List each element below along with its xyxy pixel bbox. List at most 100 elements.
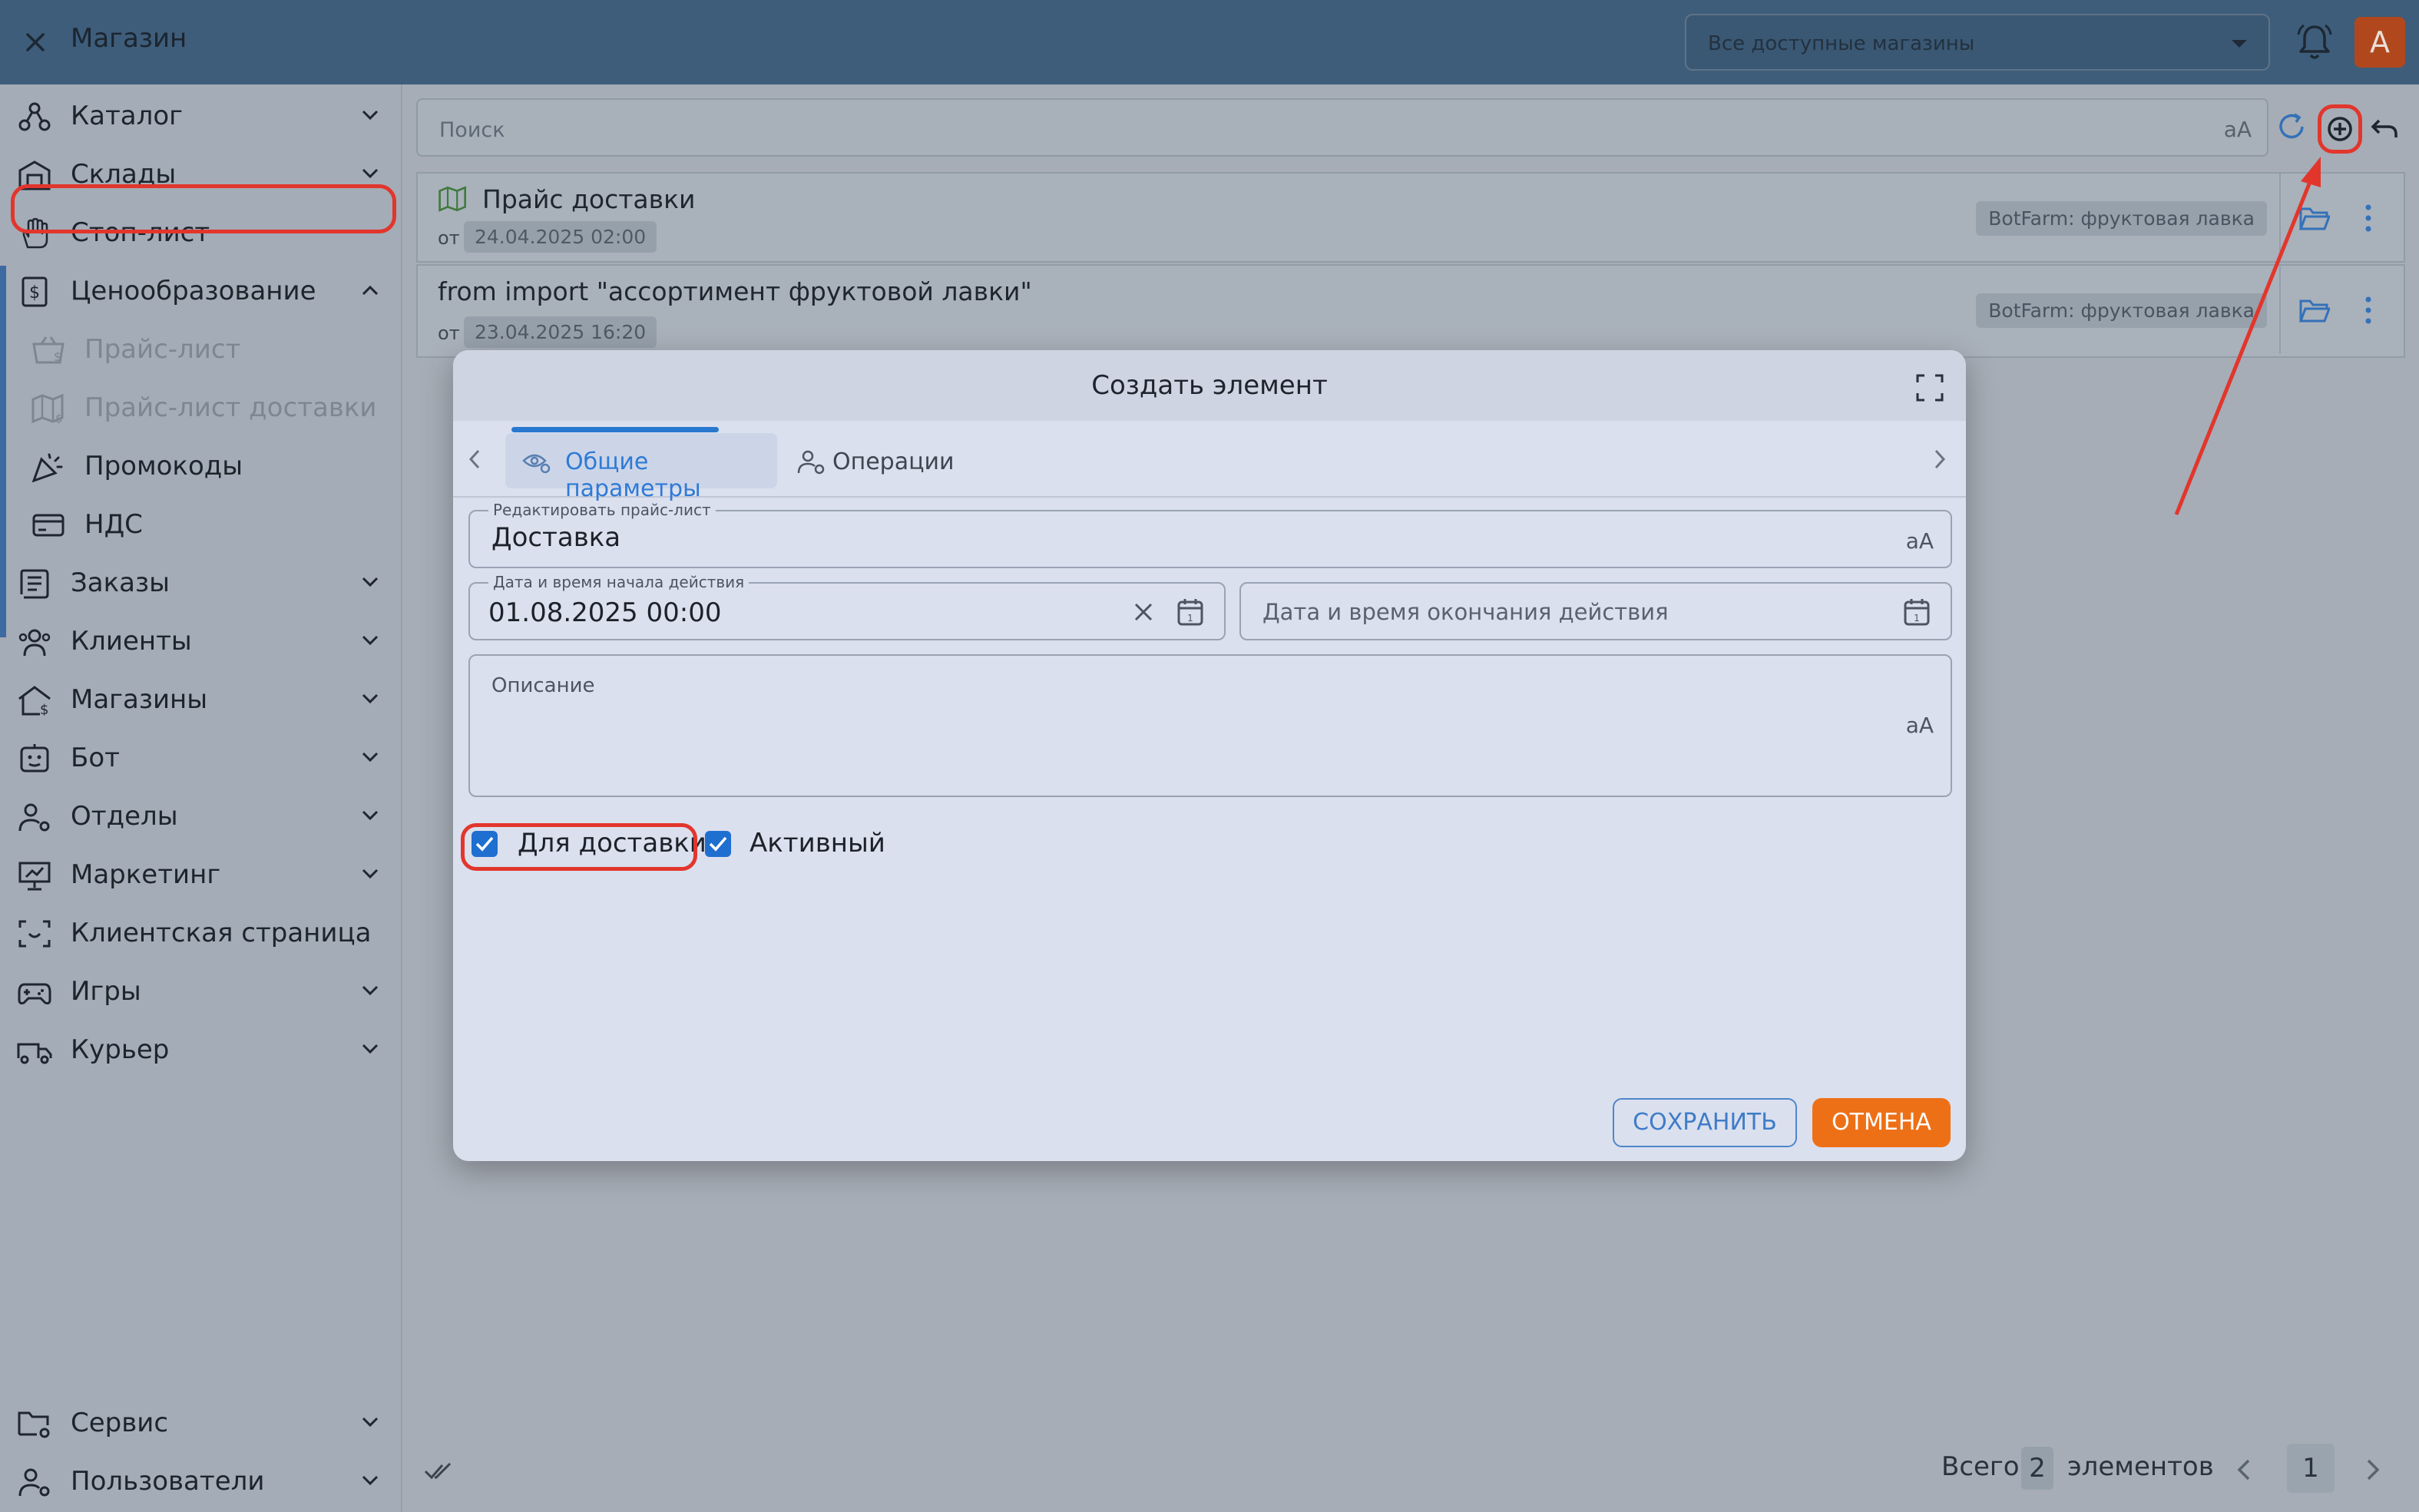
sidebar-item-delivery-price-list[interactable]: $ Прайс-лист доставки xyxy=(0,379,402,435)
sidebar-item-pricing[interactable]: $ Ценообразование xyxy=(0,263,402,318)
chevron-right-icon[interactable] xyxy=(1934,448,1946,470)
search-placeholder: Поиск xyxy=(439,118,505,142)
page-icon xyxy=(18,920,51,948)
checkmark-icon xyxy=(709,836,727,852)
undo-icon[interactable] xyxy=(2367,111,2402,147)
store-select-value: Все доступные магазины xyxy=(1708,32,1975,55)
sidebar-item-games[interactable]: Игры xyxy=(0,963,402,1018)
dialog-title: Создать элемент xyxy=(1091,370,1328,401)
sidebar-item-label: Сервис xyxy=(71,1408,169,1438)
create-element-dialog: Создать элемент Общие параметры Операции… xyxy=(453,350,1966,1161)
row-divider xyxy=(2279,266,2281,353)
price-tag-icon: $ xyxy=(22,276,48,307)
sidebar-item-price-list[interactable]: $ Прайс-лист xyxy=(0,321,402,376)
end-datetime-field[interactable]: Дата и время окончания действия 1 xyxy=(1239,582,1952,640)
sidebar-item-label: НДС xyxy=(84,509,143,540)
active-checkbox[interactable] xyxy=(705,831,731,857)
sidebar-item-users[interactable]: Пользователи xyxy=(0,1453,402,1508)
svg-text:$: $ xyxy=(54,349,61,364)
sidebar-item-label: Прайс-лист xyxy=(84,334,241,365)
folder-icon[interactable] xyxy=(2299,206,2330,232)
sidebar-item-orders[interactable]: Заказы xyxy=(0,554,402,610)
calendar-icon[interactable]: 1 xyxy=(1903,597,1931,627)
svg-text:$: $ xyxy=(55,412,63,424)
tab-operations[interactable]: Операции xyxy=(789,433,981,488)
clear-icon[interactable] xyxy=(1133,602,1153,622)
map-price-icon xyxy=(438,186,466,212)
list-item-from-label: от xyxy=(438,323,460,344)
more-vertical-icon[interactable] xyxy=(2364,295,2373,326)
price-list-name-field[interactable]: Редактировать прайс-лист Доставка aA xyxy=(468,501,1952,568)
sidebar-item-label: Пользователи xyxy=(71,1466,265,1497)
search-input[interactable]: Поиск aA xyxy=(416,98,2268,157)
list-item-date: 24.04.2025 02:00 xyxy=(464,221,657,253)
elements-label: элементов xyxy=(2067,1451,2214,1482)
gamepad-icon xyxy=(18,983,51,1004)
user-settings-icon xyxy=(797,450,825,475)
sidebar-item-marketing[interactable]: Маркетинг xyxy=(0,846,402,902)
fullscreen-icon[interactable] xyxy=(1915,373,1944,402)
sidebar-item-label: Каталог xyxy=(71,101,184,131)
double-check-icon[interactable] xyxy=(424,1461,453,1482)
start-datetime-field[interactable]: Дата и время начала действия 01.08.2025 … xyxy=(468,573,1226,640)
service-folder-icon xyxy=(18,1411,50,1438)
party-icon xyxy=(31,453,63,482)
sidebar-item-label: Маркетинг xyxy=(71,859,221,890)
folder-icon[interactable] xyxy=(2299,298,2330,324)
field-value: Доставка xyxy=(491,522,621,553)
active-checkbox-label[interactable]: Активный xyxy=(750,828,885,859)
field-label: Дата и время начала действия xyxy=(488,573,750,591)
list-item-store-badge: BotFarm: фруктовая лавка xyxy=(1976,201,2267,236)
save-button[interactable]: СОХРАНИТЬ xyxy=(1613,1098,1797,1147)
sidebar-item-clients[interactable]: Клиенты xyxy=(0,613,402,668)
sidebar-item-client-page[interactable]: Клиентская страница xyxy=(0,905,402,960)
tab-general[interactable]: Общие параметры xyxy=(505,427,777,502)
catalog-icon xyxy=(18,102,51,131)
chevron-down-icon xyxy=(362,868,379,879)
chevron-left-icon[interactable] xyxy=(2235,1457,2253,1482)
close-icon[interactable] xyxy=(20,27,51,58)
case-toggle-icon[interactable]: aA xyxy=(2224,117,2252,142)
sidebar-item-vat[interactable]: НДС xyxy=(0,496,402,551)
sidebar-item-shops[interactable]: $ Магазины xyxy=(0,671,402,726)
list-item-store-badge: BotFarm: фруктовая лавка xyxy=(1976,293,2267,328)
clients-icon xyxy=(18,629,51,657)
chevron-down-icon xyxy=(362,693,379,704)
more-vertical-icon[interactable] xyxy=(2364,203,2373,233)
sidebar-item-label: Игры xyxy=(71,976,141,1007)
field-value: 01.08.2025 00:00 xyxy=(488,597,722,628)
description-field[interactable]: Описание aA xyxy=(468,654,1952,797)
card-icon xyxy=(32,514,65,537)
calendar-icon[interactable]: 1 xyxy=(1176,597,1204,627)
sidebar-item-label: Ценообразование xyxy=(71,276,316,306)
chevron-right-icon[interactable] xyxy=(2364,1457,2382,1482)
sidebar-item-promo-codes[interactable]: Промокоды xyxy=(0,438,402,493)
chevron-down-icon xyxy=(362,168,379,179)
basket-price-icon: $ xyxy=(32,336,65,364)
chevron-down-icon xyxy=(362,1475,379,1486)
row-divider xyxy=(2279,174,2281,261)
sidebar-item-catalog[interactable]: Каталог xyxy=(0,88,402,143)
total-label: Всего xyxy=(1941,1451,2020,1482)
tab-label: Общие параметры xyxy=(565,448,701,502)
sidebar-item-bot[interactable]: Бот xyxy=(0,730,402,785)
departments-icon xyxy=(18,803,50,832)
field-label: Описание xyxy=(491,674,595,697)
svg-text:$: $ xyxy=(29,283,40,303)
bell-icon[interactable] xyxy=(2293,21,2336,64)
sidebar-item-departments[interactable]: Отделы xyxy=(0,788,402,843)
chevron-left-icon[interactable] xyxy=(468,448,481,470)
list-item[interactable]: from import "ассортимент фруктовой лавки… xyxy=(416,264,2405,358)
cancel-button[interactable]: ОТМЕНА xyxy=(1812,1098,1951,1147)
list-item[interactable]: Прайс доставки от 24.04.2025 02:00 BotFa… xyxy=(416,172,2405,263)
case-toggle-icon[interactable]: aA xyxy=(1906,713,1934,738)
page-number[interactable]: 1 xyxy=(2287,1444,2335,1493)
avatar[interactable]: A xyxy=(2354,17,2405,68)
list-item-from-label: от xyxy=(438,227,460,249)
chevron-down-icon xyxy=(362,752,379,763)
sidebar-item-courier[interactable]: Курьер xyxy=(0,1021,402,1077)
store-select[interactable]: Все доступные магазины xyxy=(1685,14,2270,71)
case-toggle-icon[interactable]: aA xyxy=(1906,528,1934,554)
sidebar-item-service[interactable]: Сервис xyxy=(0,1395,402,1450)
refresh-icon[interactable] xyxy=(2275,110,2310,145)
